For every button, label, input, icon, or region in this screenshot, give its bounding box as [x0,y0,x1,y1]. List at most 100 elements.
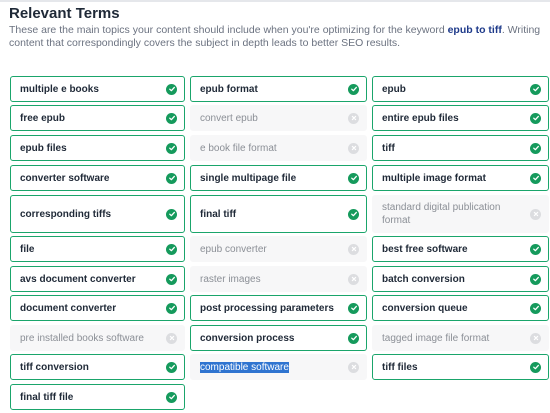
term-label-text: e book file format [200,142,277,154]
term-label: batch conversion [382,273,530,286]
term-chip[interactable]: tiff files [372,354,549,380]
term-chip[interactable]: convert epub [190,105,367,131]
term-label: convert epub [200,112,348,125]
term-chip[interactable]: best free software [372,236,549,262]
term-label: multiple e books [20,83,166,96]
term-label: document converter [20,302,166,315]
term-chip[interactable]: converter software [10,165,185,191]
term-label: entire epub files [382,112,530,125]
term-label: raster images [200,273,348,286]
term-label-text: standard digital publication format [382,202,501,226]
check-circle-icon [166,243,177,255]
x-circle-icon [348,112,359,124]
term-chip[interactable]: e book file format [190,135,367,161]
term-label-text: convert epub [200,112,258,124]
check-circle-icon [530,112,541,124]
term-label-text: epub [382,83,406,95]
term-chip[interactable]: epub format [190,76,367,102]
x-circle-icon [348,273,359,285]
term-label: tiff [382,142,530,155]
term-label-text: epub files [20,142,67,154]
term-label-text: avs document converter [20,273,136,285]
term-chip[interactable]: batch conversion [372,266,549,292]
term-label: corresponding tiffs [20,208,166,221]
check-circle-icon [348,302,359,314]
term-chip[interactable]: epub files [10,135,185,161]
term-label-text: tiff [382,142,395,154]
term-chip[interactable]: single multipage file [190,165,367,191]
term-chip[interactable]: tagged image file format [372,325,549,351]
term-chip[interactable]: document converter [10,295,185,321]
term-label: final tiff file [20,391,166,404]
term-chip[interactable]: file [10,236,185,262]
term-chip[interactable]: conversion process [190,325,367,351]
term-label: epub converter [200,243,348,256]
check-circle-icon [530,273,541,285]
check-circle-icon [530,302,541,314]
check-circle-icon [166,391,177,403]
term-chip[interactable]: entire epub files [372,105,549,131]
x-circle-icon [530,208,541,220]
term-label: tagged image file format [382,332,530,345]
term-label-text: multiple image format [382,172,486,184]
term-label-text: tagged image file format [382,332,490,344]
term-label: single multipage file [200,172,348,185]
term-chip[interactable]: multiple e books [10,76,185,102]
term-chip[interactable]: raster images [190,266,367,292]
term-label: conversion process [200,332,348,345]
term-label-text: file [20,243,35,255]
check-circle-icon [166,83,177,95]
term-label: compatible software [200,361,348,374]
check-circle-icon [166,172,177,184]
term-label-text: single multipage file [200,172,297,184]
check-circle-icon [166,302,177,314]
term-chip[interactable]: standard digital publication format [372,195,549,233]
term-label-text: epub format [200,83,258,95]
term-chip[interactable]: pre installed books software [10,325,185,351]
check-circle-icon [530,361,541,373]
check-circle-icon [348,172,359,184]
term-label-text: raster images [200,273,261,285]
terms-grid: multiple e books epub format epub free epub… [10,0,550,413]
term-label: pre installed books software [20,332,166,345]
term-label: file [20,243,166,256]
term-chip[interactable]: conversion queue [372,295,549,321]
term-label-text: multiple e books [20,83,99,95]
term-label: standard digital publication format [382,201,530,227]
x-circle-icon [348,142,359,154]
term-label: conversion queue [382,302,530,315]
term-label-text: corresponding tiffs [20,208,112,220]
term-chip[interactable]: free epub [10,105,185,131]
term-label: epub files [20,142,166,155]
x-circle-icon [348,243,359,255]
check-circle-icon [166,208,177,220]
term-label: tiff conversion [20,361,166,374]
term-label-text: pre installed books software [20,332,144,344]
term-label-text: compatible software [200,361,289,373]
term-label: e book file format [200,142,348,155]
term-chip[interactable]: epub [372,76,549,102]
term-chip[interactable]: tiff conversion [10,354,185,380]
term-label-text: final tiff file [20,391,74,403]
x-circle-icon [530,332,541,344]
term-label: converter software [20,172,166,185]
term-chip[interactable]: tiff [372,135,549,161]
check-circle-icon [530,83,541,95]
term-label-text: batch conversion [382,273,465,285]
term-label-text: entire epub files [382,112,459,124]
term-label-text: epub converter [200,243,267,255]
term-chip[interactable]: multiple image format [372,165,549,191]
check-circle-icon [166,273,177,285]
term-label-text: conversion process [200,332,295,344]
check-circle-icon [166,112,177,124]
term-label: final tiff [200,208,348,221]
term-chip[interactable]: avs document converter [10,266,185,292]
term-chip[interactable]: post processing parameters [190,295,367,321]
term-chip[interactable]: epub converter [190,236,367,262]
term-chip[interactable]: corresponding tiffs [10,195,185,233]
term-chip[interactable]: compatible software [190,354,367,380]
term-chip[interactable]: final tiff [190,195,367,233]
term-label-text: converter software [20,172,110,184]
check-circle-icon [348,83,359,95]
term-chip[interactable]: final tiff file [10,384,185,410]
